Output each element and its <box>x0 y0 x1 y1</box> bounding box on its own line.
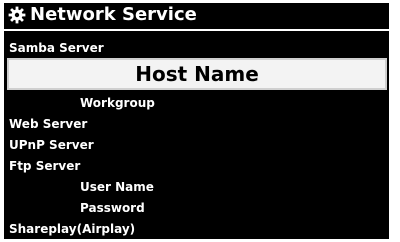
menu-item-shareplay[interactable]: Shareplay(Airplay) <box>4 219 389 239</box>
menu-item-ftp-server[interactable]: Ftp Server <box>4 156 389 176</box>
gear-icon <box>8 6 26 24</box>
menu-item-samba-server[interactable]: Samba Server <box>4 38 389 58</box>
menu-item-web-server[interactable]: Web Server <box>4 114 389 134</box>
title-divider <box>4 29 389 31</box>
menu-item-password[interactable]: Password <box>4 198 389 218</box>
page-title: Network Service <box>30 4 197 25</box>
title-bar: Network Service <box>4 3 389 27</box>
screen: Network Service Samba Server Host Name W… <box>4 3 389 239</box>
menu-item-host-name[interactable]: Host Name <box>7 58 387 90</box>
menu-item-user-name[interactable]: User Name <box>4 177 389 197</box>
menu-item-workgroup[interactable]: Workgroup <box>4 93 389 113</box>
menu-item-upnp-server[interactable]: UPnP Server <box>4 135 389 155</box>
